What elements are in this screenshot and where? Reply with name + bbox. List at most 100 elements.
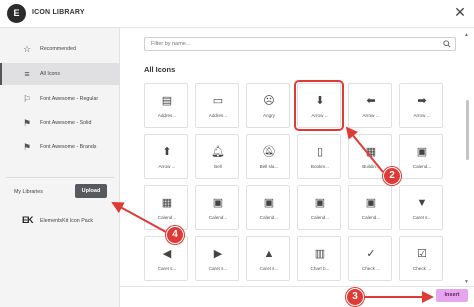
icon-tile[interactable]: ▭ Addres... — [195, 83, 239, 128]
icon-tile[interactable]: ▥ Chart b... — [297, 236, 341, 281]
scroll-up-icon[interactable]: ▲ — [464, 32, 469, 38]
sidebar-item-all-icons[interactable]: ≡ All Icons — [0, 63, 120, 85]
step-badge-3: 3 — [346, 288, 364, 306]
icon-tile-label: Bell sla... — [259, 164, 279, 169]
icon-tile-label: Calend... — [208, 215, 228, 220]
sidebar-item-recommended[interactable]: ☆ Recommended — [0, 38, 120, 60]
caret-square-left-icon: ◀ — [162, 248, 172, 260]
step-badge-4: 4 — [166, 226, 184, 244]
footer-bar — [120, 286, 474, 307]
sidebar: ☆ Recommended ≡ All Icons ⚐ Font Awesome… — [0, 28, 120, 307]
icon-tile-label: Arrow ... — [362, 113, 380, 118]
icon-tile[interactable]: ▣ Calend... — [348, 185, 392, 230]
search-icon — [443, 40, 451, 48]
icon-tile[interactable]: ▤ Addres... — [144, 83, 188, 128]
calendar-check-icon: ▣ — [212, 197, 224, 209]
icon-browser: All Icons ▤ Addres... ▭ Addres... ☹ Angry ⬇ Arr… — [120, 28, 474, 307]
arrow-left-circle-icon: ⬅ — [366, 95, 376, 107]
my-libraries-label: My Libraries — [14, 189, 43, 195]
angry-face-icon: ☹ — [263, 95, 275, 107]
check-circle-icon: ✓ — [366, 248, 376, 260]
icon-tile-label: Calend... — [310, 215, 330, 220]
bell-slash-icon: 🔕︎ — [262, 146, 276, 158]
icon-tile[interactable]: ▣ Calend... — [399, 134, 443, 179]
flag-brands-icon: ⚑ — [22, 142, 32, 152]
caret-square-right-icon: ▶ — [213, 248, 223, 260]
address-card-icon: ▭ — [212, 95, 224, 107]
icon-tile-label: Check ... — [361, 266, 381, 271]
icon-tile[interactable]: ➡ Arrow ... — [399, 83, 443, 128]
flag-solid-icon: ⚑ — [22, 118, 32, 128]
icon-tile[interactable]: ✓ Check ... — [348, 236, 392, 281]
icon-tile[interactable]: ⬅ Arrow ... — [348, 83, 392, 128]
sidebar-item-label: All Icons — [40, 71, 61, 77]
bookmark-icon: ▯ — [316, 146, 324, 158]
icon-tile-label: Caret s... — [208, 266, 228, 271]
sidebar-item-fa-brands[interactable]: ⚑ Font Awesome - Brands — [0, 136, 120, 158]
scroll-down-icon[interactable]: ▼ — [464, 279, 469, 285]
search-field[interactable] — [144, 37, 456, 51]
upload-button[interactable]: Upload — [75, 184, 107, 198]
icon-tile-label: Addres... — [157, 113, 177, 118]
calendar-icon: ▣ — [416, 146, 428, 158]
icon-tile-label: Addres... — [208, 113, 228, 118]
section-title: All Icons — [144, 65, 176, 74]
flag-outline-icon: ⚐ — [22, 94, 32, 104]
icon-tile-label: Check ... — [412, 266, 432, 271]
icon-tile[interactable]: ⬆ Arrow ... — [144, 134, 188, 179]
arrow-down-circle-icon: ⬇ — [315, 95, 325, 107]
icon-tile-label: Caret s... — [157, 266, 177, 271]
caret-square-up-icon: ▲ — [263, 248, 275, 260]
chart-bar-icon: ▥ — [314, 248, 326, 260]
icon-tile[interactable]: ▶ Caret s... — [195, 236, 239, 281]
icon-tile[interactable]: ☑ Check ... — [399, 236, 443, 281]
sidebar-item-elementskit[interactable]: ElementsKit Icon Pack — [40, 218, 93, 224]
icon-tile-label: Bell — [214, 164, 222, 169]
calendar-alt-icon: ▦ — [161, 197, 173, 209]
bell-icon: 🔔︎ — [211, 146, 225, 158]
icon-tile[interactable]: ⬇ Arrow ... — [294, 80, 344, 131]
icon-tile[interactable]: 🔕︎ Bell sla... — [246, 134, 290, 179]
icon-tile-label: Calend... — [361, 215, 381, 220]
header-bar: E ICON LIBRARY ✕ — [0, 0, 474, 28]
icon-tile-label: Calend... — [412, 164, 432, 169]
sidebar-item-fa-regular[interactable]: ⚐ Font Awesome - Regular — [0, 88, 120, 110]
icon-tile[interactable]: 🔔︎ Bell — [195, 134, 239, 179]
icon-tile[interactable]: ▼ Caret s... — [399, 185, 443, 230]
search-input[interactable] — [151, 39, 431, 49]
arrow-up-circle-icon: ⬆ — [162, 146, 172, 158]
icon-tile-label: Arrow ... — [158, 164, 176, 169]
icon-tile-label: Angry — [262, 113, 275, 118]
icon-tile-label: Arrow ... — [311, 113, 329, 118]
building-icon: ▦ — [365, 146, 377, 158]
icon-tile[interactable]: ◀ Caret s... — [144, 236, 188, 281]
insert-button[interactable]: Insert — [436, 289, 468, 302]
icon-tile[interactable]: ▦ Calend... — [144, 185, 188, 230]
icon-tile-label: Calend... — [259, 215, 279, 220]
sidebar-item-fa-solid[interactable]: ⚑ Font Awesome - Solid — [0, 112, 120, 134]
sidebar-item-label: Font Awesome - Regular — [40, 96, 99, 102]
filter-icon: ≡ — [24, 69, 30, 79]
icon-tile-label: Buildin... — [362, 164, 380, 169]
icon-tile-label: Chart b... — [310, 266, 330, 271]
star-icon: ☆ — [22, 44, 32, 54]
scrollbar-thumb[interactable] — [466, 100, 469, 160]
sidebar-divider — [6, 177, 114, 178]
calendar-plus-icon: ▣ — [314, 197, 326, 209]
icon-tile[interactable]: ☹ Angry — [246, 83, 290, 128]
calendar-times-icon: ▣ — [365, 197, 377, 209]
icon-tile-label: Caret s... — [412, 215, 432, 220]
icon-tile[interactable]: ▲ Caret s... — [246, 236, 290, 281]
elementskit-icon: EK — [22, 215, 33, 225]
elementor-logo-icon: E — [7, 4, 26, 23]
sidebar-item-label: Recommended — [40, 46, 76, 52]
step-badge-2: 2 — [383, 167, 401, 185]
close-icon[interactable]: ✕ — [452, 4, 468, 20]
icon-tile[interactable]: ▣ Calend... — [246, 185, 290, 230]
icon-tile[interactable]: ▣ Calend... — [195, 185, 239, 230]
icon-tile[interactable]: ▣ Calend... — [297, 185, 341, 230]
icon-tile[interactable]: ▯ Bookm... — [297, 134, 341, 179]
arrow-right-circle-icon: ➡ — [417, 95, 427, 107]
address-book-icon: ▤ — [161, 95, 173, 107]
sidebar-item-label: Font Awesome - Brands — [40, 144, 97, 150]
